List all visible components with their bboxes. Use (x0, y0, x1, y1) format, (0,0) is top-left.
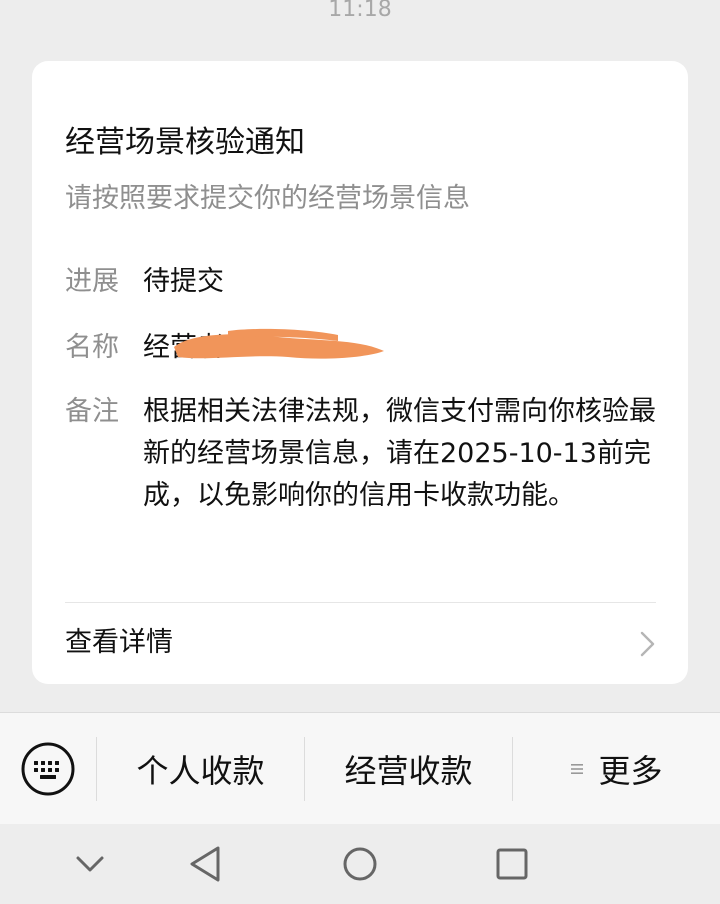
field-progress: 进展 待提交 (65, 261, 665, 303)
field-progress-label: 进展 (65, 266, 119, 297)
home-circle-icon (343, 847, 377, 881)
field-note: 备注 根据相关法律法规，微信支付需向你核验最新的经营场景信息，请在2025-10… (65, 391, 665, 561)
back-triangle-icon (190, 846, 220, 882)
card-title: 经营场景核验通知 (65, 125, 305, 160)
field-progress-value: 待提交 (143, 266, 224, 297)
notification-card: 经营场景核验通知 请按照要求提交你的经营场景信息 进展 待提交 名称 经营者 备… (32, 61, 688, 684)
service-menu-bar: 个人收款 经营收款 更多 (0, 712, 720, 824)
nav-collapse-button[interactable] (62, 838, 118, 890)
menu-item-more[interactable]: 更多 (513, 713, 720, 825)
menu-item-personal-collection[interactable]: 个人收款 (97, 713, 304, 825)
field-note-label: 备注 (65, 396, 119, 427)
recents-square-icon (496, 848, 528, 880)
nav-home-button[interactable] (332, 838, 388, 890)
view-details-label: 查看详情 (65, 627, 173, 658)
message-timestamp: 11:18 (328, 0, 392, 22)
menu-item-label: 个人收款 (136, 752, 265, 790)
nav-recents-button[interactable] (484, 838, 540, 890)
field-name-label: 名称 (65, 332, 119, 363)
chevron-down-icon (76, 856, 104, 872)
menu-item-business-collection[interactable]: 经营收款 (305, 713, 512, 825)
system-nav-bar (0, 824, 720, 904)
nav-back-button[interactable] (178, 838, 234, 890)
redaction-mark (174, 328, 384, 359)
field-note-value: 根据相关法律法规，微信支付需向你核验最新的经营场景信息，请在2025-10-13… (143, 396, 656, 511)
menu-item-label: 经营收款 (344, 752, 473, 790)
menu-lines-icon (571, 764, 584, 774)
keyboard-toggle-button[interactable] (20, 741, 76, 797)
menu-item-label: 更多 (598, 752, 663, 790)
card-subtitle: 请按照要求提交你的经营场景信息 (65, 183, 470, 214)
chevron-right-icon (640, 631, 655, 657)
keyboard-icon (21, 742, 75, 796)
view-details-link[interactable]: 查看详情 (32, 603, 688, 684)
